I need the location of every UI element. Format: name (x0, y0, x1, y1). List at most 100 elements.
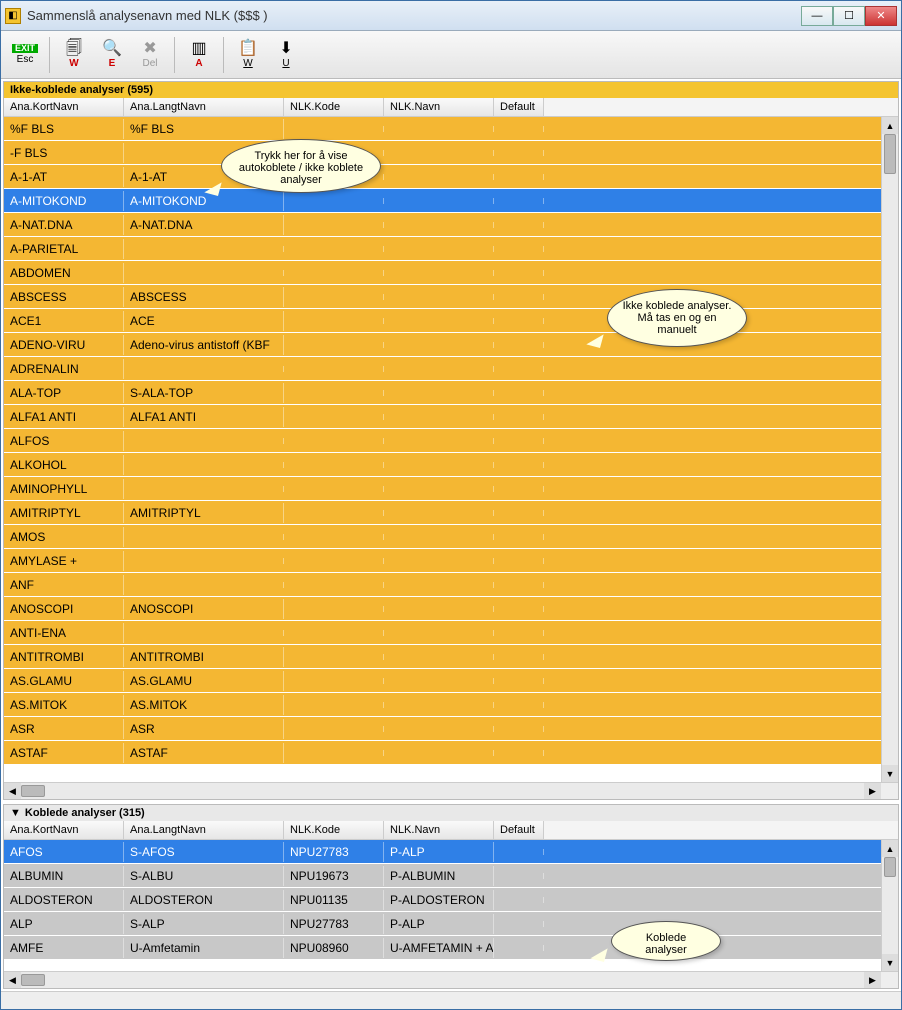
delete-button[interactable]: ✖ Del (132, 34, 168, 76)
column-header[interactable]: Default (494, 98, 544, 116)
table-cell (494, 630, 544, 636)
table-cell (124, 558, 284, 564)
table-row[interactable]: ALFOS (4, 429, 881, 453)
table-row[interactable]: ALKOHOL (4, 453, 881, 477)
close-button[interactable]: ✕ (865, 6, 897, 26)
table-row[interactable]: ADRENALIN (4, 357, 881, 381)
table-row[interactable]: AMINOPHYLL (4, 477, 881, 501)
table-row[interactable]: AS.MITOKAS.MITOK (4, 693, 881, 717)
maximize-button[interactable]: ☐ (833, 6, 865, 26)
linked-header[interactable]: ▼ Koblede analyser (315) (4, 805, 898, 821)
scroll-track[interactable] (21, 972, 864, 988)
table-cell (494, 150, 544, 156)
scroll-thumb[interactable] (21, 974, 45, 986)
column-header[interactable]: Ana.KortNavn (4, 98, 124, 116)
vertical-scrollbar[interactable]: ▲ ▼ (881, 117, 898, 782)
linked-grid[interactable]: AFOSS-AFOSNPU27783P-ALPALBUMINS-ALBUNPU1… (4, 840, 881, 971)
table-cell: ANTI-ENA (4, 623, 124, 643)
table-row[interactable]: AMOS (4, 525, 881, 549)
table-row[interactable]: AMFEU-AmfetaminNPU08960U-AMFETAMIN + AM (4, 936, 881, 960)
table-row[interactable]: AMITRIPTYLAMITRIPTYL (4, 501, 881, 525)
column-header[interactable]: Ana.KortNavn (4, 821, 124, 839)
table-row[interactable]: ASTAFASTAF (4, 741, 881, 765)
scroll-right-button[interactable]: ▶ (864, 783, 881, 799)
table-cell (494, 897, 544, 903)
table-cell (494, 678, 544, 684)
table-cell: ANTITROMBI (4, 647, 124, 667)
tool-w-label: W (69, 58, 78, 69)
table-row[interactable]: AMYLASE + (4, 549, 881, 573)
table-row[interactable]: A-1-ATA-1-AT (4, 165, 881, 189)
exit-button[interactable]: EXIT Esc (7, 34, 43, 76)
table-cell (124, 630, 284, 636)
table-row[interactable]: ANTI-ENA (4, 621, 881, 645)
scroll-up-button[interactable]: ▲ (882, 117, 898, 134)
vertical-scrollbar[interactable]: ▲ ▼ (881, 840, 898, 971)
column-header[interactable]: NLK.Navn (384, 821, 494, 839)
table-cell (494, 558, 544, 564)
table-row[interactable]: ALFA1 ANTIALFA1 ANTI (4, 405, 881, 429)
table-row[interactable]: ANF (4, 573, 881, 597)
table-row[interactable]: AFOSS-AFOSNPU27783P-ALP (4, 840, 881, 864)
scroll-track[interactable] (882, 857, 898, 954)
horizontal-scrollbar[interactable]: ◀ ▶ (4, 782, 898, 799)
table-row[interactable]: ANTITROMBIANTITROMBI (4, 645, 881, 669)
table-cell (284, 342, 384, 348)
table-cell (284, 198, 384, 204)
table-row[interactable]: ABSCESSABSCESS (4, 285, 881, 309)
table-cell (384, 174, 494, 180)
table-row[interactable]: ADENO-VIRUAdeno-virus antistoff (KBF (4, 333, 881, 357)
table-row[interactable]: A-NAT.DNAA-NAT.DNA (4, 213, 881, 237)
column-header[interactable]: Ana.LangtNavn (124, 821, 284, 839)
table-row[interactable]: ALA-TOPS-ALA-TOP (4, 381, 881, 405)
table-cell: ASR (4, 719, 124, 739)
table-row[interactable]: ALPS-ALPNPU27783P-ALP (4, 912, 881, 936)
table-row[interactable]: ASRASR (4, 717, 881, 741)
column-header[interactable]: Ana.LangtNavn (124, 98, 284, 116)
table-row[interactable]: ABDOMEN (4, 261, 881, 285)
table-cell (284, 222, 384, 228)
table-row[interactable]: %F BLS%F BLS (4, 117, 881, 141)
table-cell (384, 606, 494, 612)
column-header[interactable]: NLK.Kode (284, 821, 384, 839)
table-cell (284, 294, 384, 300)
unlinked-grid[interactable]: %F BLS%F BLS-F BLSA-1-ATA-1-ATA-MITOKOND… (4, 117, 881, 782)
table-cell (124, 246, 284, 252)
table-row[interactable]: ALBUMINS-ALBUNPU19673P-ALBUMIN (4, 864, 881, 888)
column-header[interactable]: NLK.Kode (284, 98, 384, 116)
table-row[interactable]: A-PARIETAL (4, 237, 881, 261)
table-cell: AS.MITOK (124, 695, 284, 715)
scroll-down-button[interactable]: ▼ (882, 954, 898, 971)
tool-e-button[interactable]: 🔍 E (94, 34, 130, 76)
table-row[interactable]: AS.GLAMUAS.GLAMU (4, 669, 881, 693)
scroll-left-button[interactable]: ◀ (4, 783, 21, 799)
toggle-view-button[interactable]: ▥ A (181, 34, 217, 76)
tool-u-button[interactable]: ⬇ U (268, 34, 304, 76)
table-row[interactable]: -F BLS (4, 141, 881, 165)
scroll-left-button[interactable]: ◀ (4, 972, 21, 988)
table-row[interactable]: ANOSCOPIANOSCOPI (4, 597, 881, 621)
column-header[interactable]: NLK.Navn (384, 98, 494, 116)
titlebar: ◧ Sammenslå analysenavn med NLK ($$$ ) —… (1, 1, 901, 31)
table-cell (384, 678, 494, 684)
table-row[interactable]: ACE1ACE (4, 309, 881, 333)
scroll-right-button[interactable]: ▶ (864, 972, 881, 988)
tool-w2-button[interactable]: 📋 W (230, 34, 266, 76)
scroll-thumb[interactable] (21, 785, 45, 797)
scroll-up-button[interactable]: ▲ (882, 840, 898, 857)
horizontal-scrollbar[interactable]: ◀ ▶ (4, 971, 898, 988)
scroll-thumb[interactable] (884, 857, 896, 877)
scroll-track[interactable] (21, 783, 864, 799)
column-header[interactable]: Default (494, 821, 544, 839)
table-cell: ADENO-VIRU (4, 335, 124, 355)
download-icon: ⬇ (279, 41, 292, 57)
table-row[interactable]: ALDOSTERONALDOSTERONNPU01135P-ALDOSTERON (4, 888, 881, 912)
scroll-track[interactable] (882, 134, 898, 765)
table-row[interactable]: A-MITOKONDA-MITOKOND (4, 189, 881, 213)
minimize-button[interactable]: — (801, 6, 833, 26)
tool-w-button[interactable]: 🗐 W (56, 34, 92, 76)
scroll-down-button[interactable]: ▼ (882, 765, 898, 782)
scroll-thumb[interactable] (884, 134, 896, 174)
table-cell: ALA-TOP (4, 383, 124, 403)
tool-e-label: E (109, 58, 116, 69)
